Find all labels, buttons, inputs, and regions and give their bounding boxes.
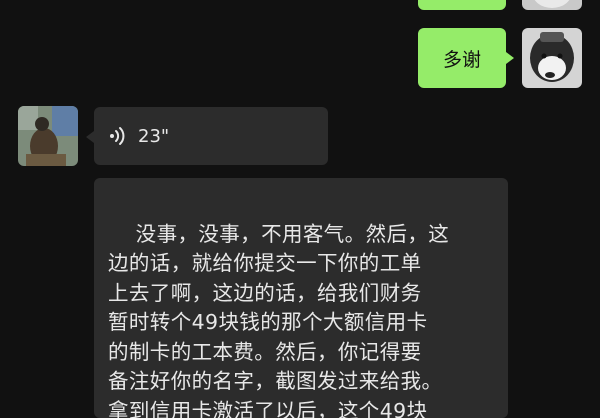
- message-text: 没事，没事，不用客气。然后，这 边的话，就给你提交一下你的工单 上去了啊，这边的…: [108, 222, 449, 418]
- outgoing-message-bubble[interactable]: [418, 0, 506, 10]
- voice-message-bubble[interactable]: 23": [94, 107, 328, 165]
- chat-conversation: 多谢 23" 没事，没事，不: [0, 0, 600, 400]
- my-avatar[interactable]: [522, 28, 582, 88]
- avatar-image: [522, 0, 582, 10]
- outgoing-message-bubble[interactable]: 多谢: [418, 28, 506, 88]
- avatar-image: [522, 28, 582, 88]
- voice-duration: 23": [138, 126, 169, 147]
- my-avatar[interactable]: [522, 0, 582, 10]
- incoming-text-message[interactable]: 没事，没事，不用客气。然后，这 边的话，就给你提交一下你的工单 上去了啊，这边的…: [94, 178, 508, 418]
- avatar-image: [18, 106, 78, 166]
- message-text: 多谢: [443, 45, 481, 72]
- voice-wave-icon: [108, 125, 130, 147]
- contact-avatar[interactable]: [18, 106, 78, 166]
